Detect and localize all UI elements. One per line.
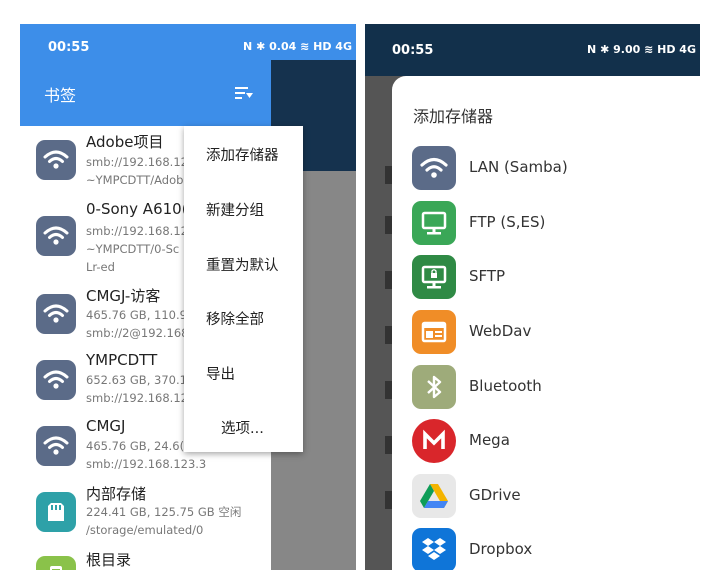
sheet-title: 添加存储器 (413, 107, 494, 126)
left-phone-screen: 00:55 N ✱ 0.04 ≋ HD 4G 书签 Adobe项目 smb://… (20, 24, 356, 570)
wifi-icon (412, 146, 456, 190)
web-window-icon (412, 310, 456, 354)
option-ftp[interactable]: FTP (S,ES) (392, 201, 700, 251)
wifi-icon (36, 140, 76, 180)
dropbox-icon (412, 528, 456, 570)
right-phone-screen: 00:55 N ✱ 9.00 ≋ HD 4G 添加存储器 LAN (Samba) (365, 24, 700, 570)
item-subtitle: smb://192.168.12 (86, 391, 188, 405)
monitor-icon (412, 201, 456, 245)
bluetooth-icon (412, 365, 456, 409)
phone-icon (36, 556, 76, 570)
item-subtitle: /storage/emulated/0 (86, 523, 204, 537)
app-bar: 书签 (20, 60, 271, 126)
menu-item-new-group[interactable]: 新建分组 (206, 199, 264, 220)
menu-item-options[interactable]: 选项... (221, 417, 264, 438)
item-subtitle: ~YMPCDTT/0-Sc (86, 242, 180, 256)
option-sftp[interactable]: SFTP (392, 255, 700, 305)
status-bar: 00:55 N ✱ 9.00 ≋ HD 4G (365, 24, 700, 76)
item-subtitle: smb://192.168.12 (86, 224, 188, 238)
item-title: 0-Sony A610( (86, 200, 188, 218)
option-lan-samba[interactable]: LAN (Samba) (392, 146, 700, 196)
item-subtitle: smb://192.168.123.3 (86, 457, 207, 471)
secure-monitor-icon (412, 255, 456, 299)
item-subtitle: smb://2@192.168 (86, 326, 189, 340)
wifi-icon (36, 294, 76, 334)
status-time: 00:55 (48, 40, 90, 55)
item-title: YMPCDTT (86, 351, 158, 369)
item-title: Adobe项目 (86, 133, 164, 151)
item-title: CMGJ (86, 417, 126, 435)
option-label: LAN (Samba) (469, 158, 568, 176)
option-label: Dropbox (469, 540, 533, 558)
menu-item-reset-default[interactable]: 重置为默认 (206, 254, 279, 275)
item-subtitle: 465.76 GB, 110.9 (86, 308, 187, 322)
item-subtitle: Lr-ed (86, 260, 115, 274)
mega-logo-icon (412, 419, 456, 463)
status-bar: 00:55 N ✱ 0.04 ≋ HD 4G (20, 24, 356, 60)
option-label: Bluetooth (469, 377, 542, 395)
menu-item-export[interactable]: 导出 (206, 363, 235, 384)
option-bluetooth[interactable]: Bluetooth (392, 365, 700, 415)
screenshot-canvas: 00:55 N ✱ 0.04 ≋ HD 4G 书签 Adobe项目 smb://… (0, 0, 720, 570)
option-label: GDrive (469, 486, 521, 504)
overflow-menu: 添加存储器 新建分组 重置为默认 移除全部 导出 选项... (184, 126, 303, 452)
option-dropbox[interactable]: Dropbox (392, 528, 700, 570)
wifi-icon (36, 426, 76, 466)
option-mega[interactable]: Mega (392, 419, 700, 469)
option-label: SFTP (469, 267, 506, 285)
add-storage-sheet: 添加存储器 LAN (Samba) FTP (S,ES) SFTP WebDav… (392, 76, 700, 570)
item-title: 内部存储 (86, 485, 147, 503)
wifi-icon (36, 360, 76, 400)
sort-filter-icon[interactable] (234, 84, 254, 102)
item-subtitle: ~YMPCDTT/Adob (86, 173, 184, 187)
option-gdrive[interactable]: GDrive (392, 474, 700, 524)
sd-card-icon (36, 492, 76, 532)
option-label: Mega (469, 431, 510, 449)
option-label: FTP (S,ES) (469, 213, 546, 231)
item-title: 根目录 (86, 551, 132, 569)
item-title: CMGJ-访客 (86, 287, 161, 305)
list-item[interactable]: 根目录 (20, 548, 271, 570)
status-time: 00:55 (392, 43, 434, 58)
item-subtitle: 465.76 GB, 24.6( (86, 439, 185, 453)
list-item[interactable]: 内部存储 224.41 GB, 125.75 GB 空闲 /storage/em… (20, 482, 271, 548)
wifi-icon (36, 216, 76, 256)
item-subtitle: smb://192.168.12 (86, 155, 188, 169)
option-label: WebDav (469, 322, 532, 340)
option-webdav[interactable]: WebDav (392, 310, 700, 360)
item-subtitle: 652.63 GB, 370.1 (86, 373, 187, 387)
menu-item-add-storage[interactable]: 添加存储器 (206, 144, 279, 165)
status-icons: N ✱ 9.00 ≋ HD 4G (587, 43, 696, 56)
status-icons: N ✱ 0.04 ≋ HD 4G (243, 40, 352, 53)
item-subtitle: 224.41 GB, 125.75 GB 空闲 (86, 505, 242, 519)
page-title: 书签 (44, 86, 77, 105)
google-drive-icon (412, 474, 456, 518)
menu-item-remove-all[interactable]: 移除全部 (206, 308, 264, 329)
